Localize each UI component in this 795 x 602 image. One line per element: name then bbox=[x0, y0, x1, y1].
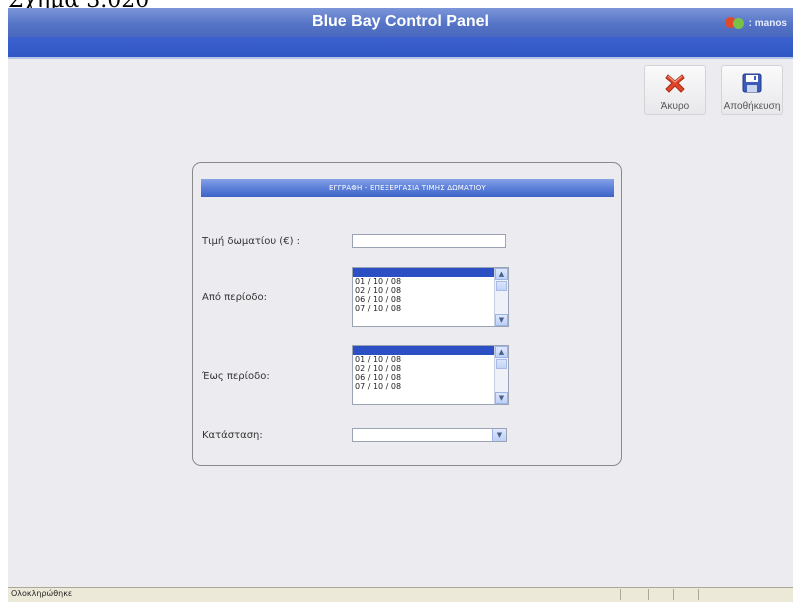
list-item[interactable]: 06 / 10 / 08 bbox=[353, 373, 508, 382]
status-divider bbox=[648, 589, 649, 600]
scroll-up-icon[interactable]: ▲ bbox=[495, 268, 508, 280]
list-item[interactable]: 06 / 10 / 08 bbox=[353, 295, 508, 304]
nav-bar bbox=[8, 37, 793, 59]
scroll-thumb[interactable] bbox=[496, 359, 507, 369]
scroll-down-icon[interactable]: ▼ bbox=[495, 314, 508, 326]
to-period-listbox[interactable]: 01 / 10 / 08 02 / 10 / 08 06 / 10 / 08 0… bbox=[352, 345, 509, 405]
scroll-up-icon[interactable]: ▲ bbox=[495, 346, 508, 358]
list-item-partial bbox=[353, 313, 508, 316]
save-button-label: Αποθήκευση bbox=[723, 101, 781, 112]
to-period-label: Έως περίοδο: bbox=[202, 371, 270, 382]
status-divider bbox=[673, 589, 674, 600]
title-bar: Blue Bay Control Panel : manos bbox=[8, 8, 793, 37]
status-text: Ολοκληρώθηκε bbox=[11, 589, 73, 598]
status-bar: Ολοκληρώθηκε bbox=[8, 587, 793, 602]
list-item[interactable] bbox=[353, 346, 508, 355]
list-item[interactable]: 01 / 10 / 08 bbox=[353, 355, 508, 364]
chevron-down-icon[interactable]: ▼ bbox=[492, 429, 506, 441]
app-title: Blue Bay Control Panel bbox=[312, 13, 489, 30]
user-info[interactable]: : manos bbox=[724, 17, 787, 29]
cancel-button[interactable]: Άκυρο bbox=[644, 65, 706, 115]
status-select[interactable]: ▼ bbox=[352, 428, 507, 442]
status-label: Κατάσταση: bbox=[202, 430, 263, 441]
price-form-panel: ΕΓΓΡΑΦΗ - ΕΠΕΞΕΡΓΑΣΙΑ ΤΙΜΗΣ ΔΩΜΑΤΙΟΥ Τιμ… bbox=[192, 162, 622, 466]
main-content: Άκυρο Αποθήκευση ΕΓΓΡΑΦΗ - ΕΠΕΞΕΡΓΑΣΙΑ Τ… bbox=[8, 59, 793, 587]
floppy-disk-icon bbox=[742, 73, 762, 93]
scroll-down-icon[interactable]: ▼ bbox=[495, 392, 508, 404]
list-item[interactable]: 07 / 10 / 08 bbox=[353, 304, 508, 313]
from-period-label: Από περίοδο: bbox=[202, 292, 268, 303]
list-item[interactable]: 07 / 10 / 08 bbox=[353, 382, 508, 391]
username-label: : manos bbox=[748, 17, 787, 29]
save-button[interactable]: Αποθήκευση bbox=[721, 65, 783, 115]
cancel-button-label: Άκυρο bbox=[660, 101, 690, 112]
cancel-x-icon bbox=[665, 74, 685, 93]
from-period-listbox[interactable]: 01 / 10 / 08 02 / 10 / 08 06 / 10 / 08 0… bbox=[352, 267, 509, 327]
users-icon bbox=[724, 17, 745, 29]
status-divider bbox=[698, 589, 699, 600]
status-divider bbox=[620, 589, 621, 600]
list-item[interactable]: 02 / 10 / 08 bbox=[353, 286, 508, 295]
price-label: Τιμή δωματίου (€) : bbox=[202, 236, 301, 247]
list-item-partial bbox=[353, 391, 508, 394]
scroll-thumb[interactable] bbox=[496, 281, 507, 291]
list-item[interactable]: 01 / 10 / 08 bbox=[353, 277, 508, 286]
list-item[interactable] bbox=[353, 268, 508, 277]
listbox-scrollbar[interactable]: ▲ ▼ bbox=[494, 268, 508, 326]
price-input[interactable] bbox=[352, 234, 506, 248]
listbox-scrollbar[interactable]: ▲ ▼ bbox=[494, 346, 508, 404]
list-item[interactable]: 02 / 10 / 08 bbox=[353, 364, 508, 373]
form-heading: ΕΓΓΡΑΦΗ - ΕΠΕΞΕΡΓΑΣΙΑ ΤΙΜΗΣ ΔΩΜΑΤΙΟΥ bbox=[201, 179, 614, 197]
